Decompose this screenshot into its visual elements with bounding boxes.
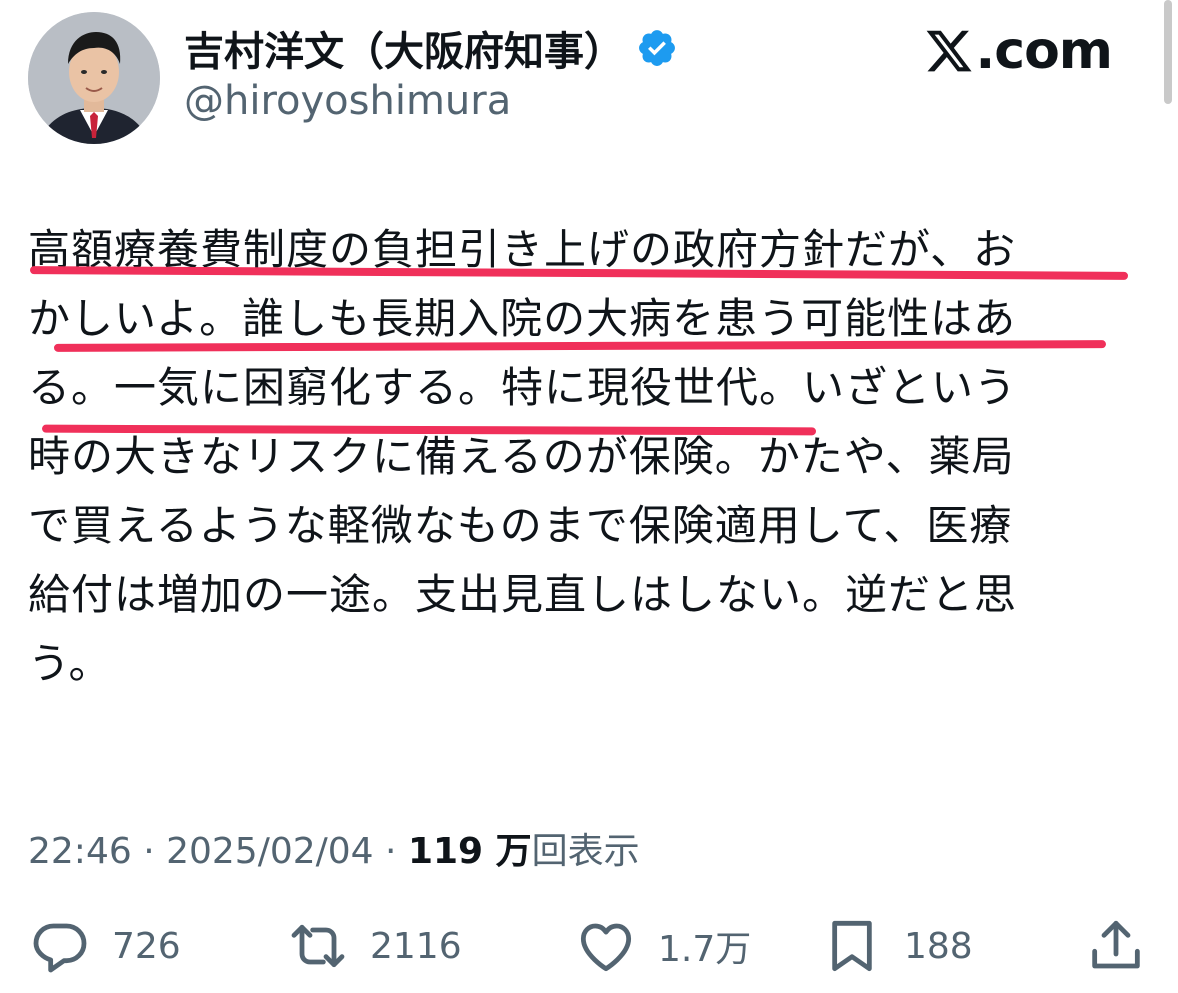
- tweet-meta: 22:46 · 2025/02/04 · 119 万 回表示: [28, 822, 640, 874]
- reply-count: 726: [112, 925, 181, 967]
- repost-button[interactable]: 2116: [286, 914, 462, 978]
- repost-icon: [291, 924, 345, 968]
- share-icon: [1092, 920, 1140, 969]
- tweet-line: で買えるような軽微なものまで保険適用して、医療: [28, 501, 1013, 550]
- avatar[interactable]: [28, 12, 160, 144]
- views-count: 119 万: [407, 831, 532, 872]
- bookmark-count: 188: [904, 925, 973, 967]
- x-logo-icon: [926, 30, 972, 72]
- tweet-line: う。: [28, 639, 112, 688]
- tweet-text: 高額療養費制度の負担引き上げの政府方針だが、お かしいよ。誰しも長期入院の大病を…: [28, 220, 1138, 694]
- repost-count: 2116: [370, 925, 462, 967]
- reply-button[interactable]: 726: [28, 914, 181, 978]
- display-name[interactable]: 吉村洋文（大阪府知事）: [184, 19, 624, 77]
- avatar-image: [28, 12, 160, 144]
- tweet-date[interactable]: 2025/02/04: [166, 831, 374, 872]
- bookmark-icon: [832, 920, 872, 972]
- site-name: .com: [975, 21, 1113, 81]
- site-logo: .com: [924, 20, 1113, 82]
- tweet-line: 給付は増加の一途。支出見直しはしない。逆だと思: [28, 570, 1018, 619]
- reply-icon: [33, 923, 87, 973]
- views-label: 回表示: [531, 831, 640, 872]
- like-icon: [580, 923, 632, 972]
- tweet-line: る。一気に困窮化する。特に現役世代。いざという: [28, 363, 1018, 412]
- action-bar: 726 2116 1.7万 188: [28, 914, 1148, 978]
- meta-separator: ·: [373, 831, 408, 872]
- user-handle[interactable]: @hiroyoshimura: [184, 78, 511, 124]
- tweet-line: 時の大きなリスクに備えるのが保険。かたや、薬局: [28, 432, 1015, 481]
- tweet-time[interactable]: 22:46: [28, 831, 132, 872]
- scrollbar[interactable]: [1164, 0, 1172, 104]
- like-button[interactable]: 1.7万: [574, 914, 751, 978]
- like-count: 1.7万: [658, 929, 752, 970]
- bookmark-button[interactable]: 188: [820, 914, 973, 978]
- meta-separator: ·: [131, 831, 167, 872]
- verified-badge-icon[interactable]: [636, 27, 678, 69]
- display-name-row[interactable]: 吉村洋文（大阪府知事）: [184, 19, 678, 77]
- share-button[interactable]: [1084, 914, 1148, 978]
